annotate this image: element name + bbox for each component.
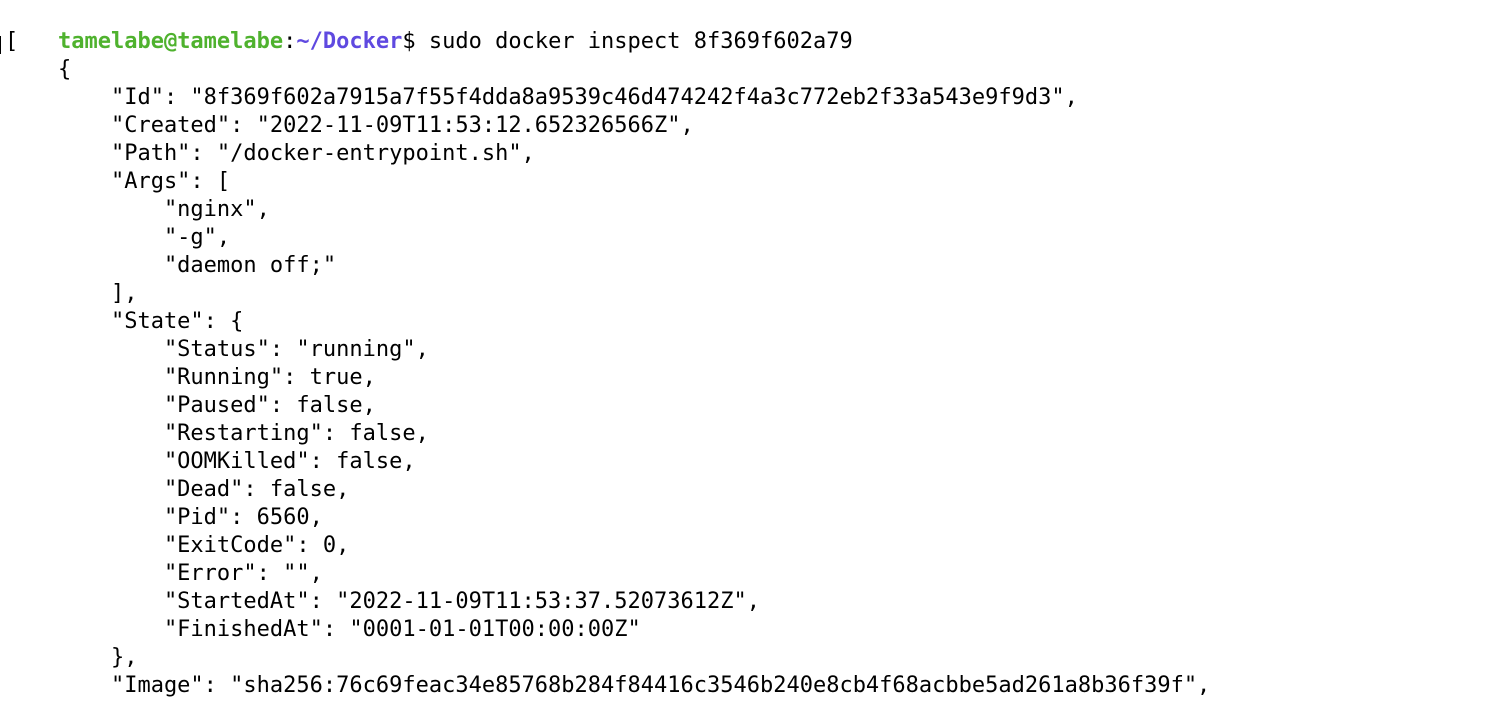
output-line: "Id": "8f369f602a7915a7f55f4dda8a9539c46…: [5, 85, 1078, 110]
output-line: },: [5, 645, 138, 670]
command-output: [ { "Id": "8f369f602a7915a7f55f4dda8a953…: [5, 28, 1210, 700]
output-line: {: [5, 57, 72, 82]
output-line: [: [5, 29, 19, 54]
output-line: "Restarting": false,: [5, 421, 429, 446]
command-prompt-line: tamelabe@tamelabe:~/Docker$ sudo docker …: [5, 0, 853, 54]
output-line: "State": {: [5, 309, 244, 334]
output-line: "Args": [: [5, 169, 231, 194]
output-line: ],: [5, 281, 138, 306]
output-line: "FinishedAt": "0001-01-01T00:00:00Z": [5, 617, 641, 642]
output-line: "StartedAt": "2022-11-09T11:53:37.520736…: [5, 589, 760, 614]
output-line: "daemon off;": [5, 253, 337, 278]
output-line: "Dead": false,: [5, 477, 350, 502]
output-line: "-g",: [5, 225, 231, 250]
output-line: "Running": true,: [5, 365, 376, 390]
output-line: "nginx",: [5, 197, 270, 222]
output-line: "OOMKilled": false,: [5, 449, 416, 474]
output-line: "Image": "sha256:76c69feac34e85768b284f8…: [5, 673, 1211, 698]
terminal-window[interactable]: tamelabe@tamelabe:~/Docker$ sudo docker …: [0, 0, 1490, 702]
cursor-marker: [0, 36, 1, 54]
output-line: "Pid": 6560,: [5, 505, 323, 530]
output-line: "Path": "/docker-entrypoint.sh",: [5, 141, 535, 166]
output-line: "Paused": false,: [5, 393, 376, 418]
output-line: "Created": "2022-11-09T11:53:12.65232656…: [5, 113, 694, 138]
output-line: "ExitCode": 0,: [5, 533, 350, 558]
output-line: "Status": "running",: [5, 337, 429, 362]
output-line: "Error": "",: [5, 561, 323, 586]
